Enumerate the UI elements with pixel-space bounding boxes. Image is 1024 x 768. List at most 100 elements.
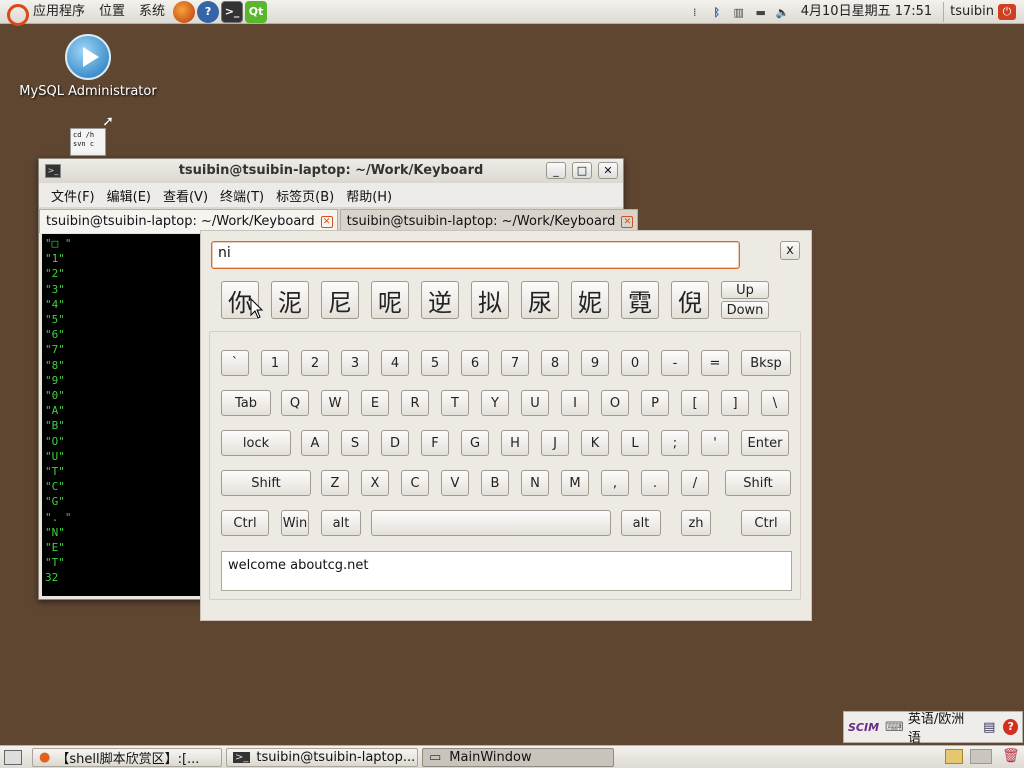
ime-setup-icon[interactable]: ▤ [983,720,995,735]
candidate-button[interactable]: 尼 [321,281,359,319]
ime-help-icon[interactable]: ? [1003,719,1018,735]
menu-help[interactable]: 帮助(H) [340,186,398,205]
candidate-button[interactable]: 拟 [471,281,509,319]
candidate-button[interactable]: 尿 [521,281,559,319]
key-sym[interactable]: , [601,470,629,496]
key-sym[interactable]: - [661,350,689,376]
key-3[interactable]: 3 [341,350,369,376]
key-alt[interactable]: alt [621,510,661,536]
taskbar-item-terminal[interactable]: >_ tsuibin@tsuibin-laptop... [226,747,418,767]
output-text-area[interactable]: welcome aboutcg.net [221,551,792,591]
show-desktop-icon[interactable] [4,749,22,765]
key-j[interactable]: J [541,430,569,456]
terminal-titlebar[interactable]: >_ tsuibin@tsuibin-laptop: ~/Work/Keyboa… [39,159,623,183]
key-x[interactable]: X [361,470,389,496]
key-d[interactable]: D [381,430,409,456]
minimize-button[interactable]: _ [546,162,566,179]
key-sym[interactable]: = [701,350,729,376]
candidate-up-button[interactable]: Up [721,281,769,299]
candidate-button[interactable]: 霓 [621,281,659,319]
candidate-button[interactable]: 呢 [371,281,409,319]
workspace-1-icon[interactable] [945,749,963,764]
workspace-2-icon[interactable] [970,749,992,764]
key-q[interactable]: Q [281,390,309,416]
key-sym[interactable]: ` [221,350,249,376]
key-z[interactable]: Z [321,470,349,496]
key-sym[interactable]: . [641,470,669,496]
key-sym[interactable]: ] [721,390,749,416]
key-zh[interactable]: zh [681,510,711,536]
key-ctrl[interactable]: Ctrl [221,510,269,536]
key-bksp[interactable]: Bksp [741,350,791,376]
menu-places[interactable]: 位置 [92,0,132,24]
desktop-icon-mysql[interactable]: MySQL Administrator [18,34,158,99]
key-r[interactable]: R [401,390,429,416]
trash-icon[interactable]: 🗑 [1002,748,1020,764]
key-0[interactable]: 0 [621,350,649,376]
terminal-launcher-icon[interactable]: >_ [221,0,244,23]
key-ctrl[interactable]: Ctrl [741,510,791,536]
taskbar-item-mainwindow[interactable]: ▭ MainWindow [422,747,614,767]
key-sym[interactable]: [ [681,390,709,416]
volume-icon[interactable]: 🔈 [774,4,792,20]
key-i[interactable]: I [561,390,589,416]
key-lock[interactable]: lock [221,430,291,456]
key-5[interactable]: 5 [421,350,449,376]
key-shift[interactable]: Shift [221,470,311,496]
key-a[interactable]: A [301,430,329,456]
key-tab[interactable]: Tab [221,390,271,416]
tab-close-icon[interactable]: ✕ [320,215,333,228]
key-f[interactable]: F [421,430,449,456]
key-v[interactable]: V [441,470,469,496]
close-button[interactable]: ✕ [598,162,618,179]
key-sym[interactable]: / [681,470,709,496]
menu-tabs[interactable]: 标签页(B) [270,186,340,205]
candidate-down-button[interactable]: Down [721,301,769,319]
key-h[interactable]: H [501,430,529,456]
key-space[interactable] [371,510,611,536]
tab-close-icon[interactable]: ✕ [621,215,634,228]
network-icon[interactable]: ▬ [752,4,770,20]
key-2[interactable]: 2 [301,350,329,376]
menu-system[interactable]: 系统 [132,0,172,24]
keyboard-layout-icon[interactable]: ⌨ [885,720,904,735]
menu-view[interactable]: 查看(V) [157,186,214,205]
key-t[interactable]: T [441,390,469,416]
key-l[interactable]: L [621,430,649,456]
key-m[interactable]: M [561,470,589,496]
key-4[interactable]: 4 [381,350,409,376]
key-y[interactable]: Y [481,390,509,416]
candidate-button[interactable]: 倪 [671,281,709,319]
bluetooth-icon[interactable]: ᛒ [708,4,726,20]
qt-creator-icon[interactable]: Qt [245,0,268,23]
user-name[interactable]: tsuibin [948,0,996,24]
desktop-icon-script[interactable]: cd /h svn c ➚ [70,114,120,156]
key-g[interactable]: G [461,430,489,456]
firefox-icon[interactable] [173,0,196,23]
candidate-button[interactable]: 泥 [271,281,309,319]
key-9[interactable]: 9 [581,350,609,376]
power-icon[interactable]: ⏻ [998,4,1016,20]
maximize-button[interactable]: □ [572,162,592,179]
key-8[interactable]: 8 [541,350,569,376]
menu-applications[interactable]: 应用程序 [26,0,92,24]
system-monitor-icon[interactable]: ▥ [730,4,748,20]
key-s[interactable]: S [341,430,369,456]
key-1[interactable]: 1 [261,350,289,376]
taskbar-item-browser[interactable]: ● 【shell脚本欣赏区】:[... [32,747,222,767]
key-enter[interactable]: Enter [741,430,789,456]
key-sym[interactable]: ' [701,430,729,456]
ubuntu-logo-icon[interactable] [4,1,29,26]
candidate-button[interactable]: 妮 [571,281,609,319]
key-sym[interactable]: ; [661,430,689,456]
key-p[interactable]: P [641,390,669,416]
menu-file[interactable]: 文件(F) [45,186,101,205]
candidate-button[interactable]: 逆 [421,281,459,319]
key-win[interactable]: Win [281,510,309,536]
key-shift[interactable]: Shift [725,470,791,496]
key-n[interactable]: N [521,470,549,496]
key-e[interactable]: E [361,390,389,416]
key-7[interactable]: 7 [501,350,529,376]
key-o[interactable]: O [601,390,629,416]
key-k[interactable]: K [581,430,609,456]
